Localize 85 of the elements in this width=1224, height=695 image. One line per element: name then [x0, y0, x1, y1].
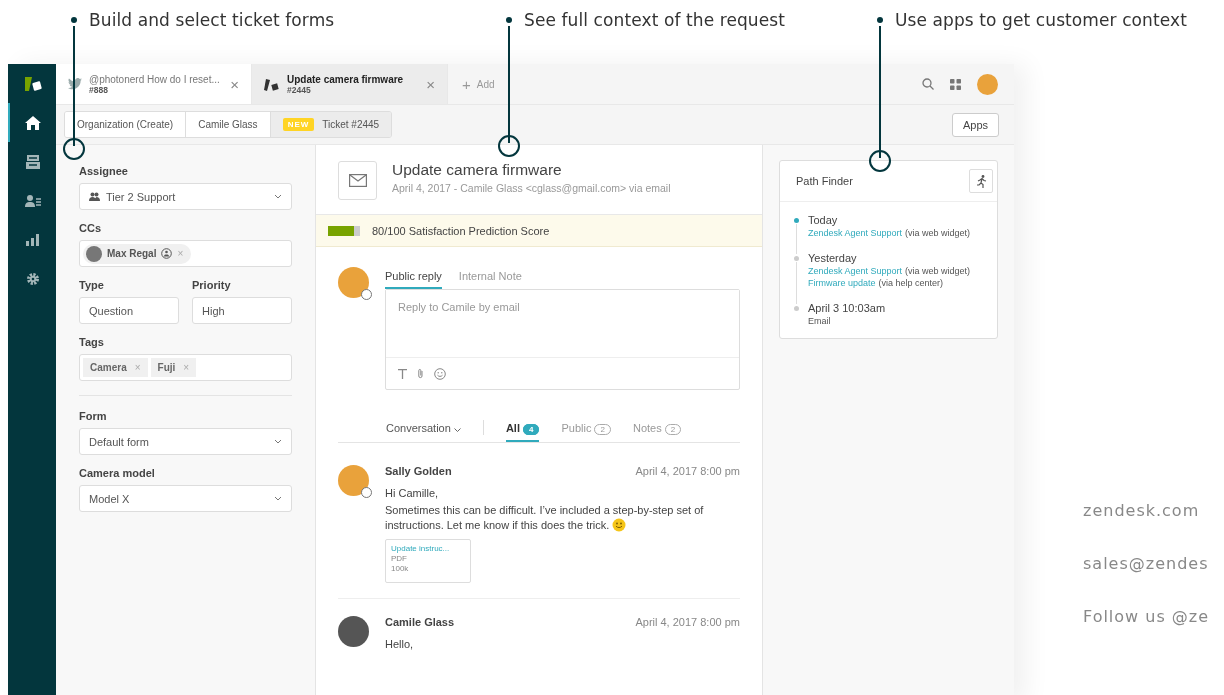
- callout-marker: [869, 150, 891, 172]
- camera-model-dropdown[interactable]: Model X: [79, 485, 292, 512]
- text-format-icon[interactable]: [398, 368, 407, 379]
- chevron-icon: [274, 496, 282, 501]
- callout-text: See full context of the request: [524, 10, 785, 30]
- cc-chip[interactable]: Max Regal ×: [83, 243, 192, 264]
- field-label: Type: [79, 279, 105, 291]
- conversation-dropdown[interactable]: Conversation: [386, 422, 461, 442]
- people-icon: [89, 192, 100, 201]
- chevron-icon: [274, 194, 282, 199]
- field-label: CCs: [79, 222, 102, 234]
- ticket-title: Update camera firmware: [392, 161, 563, 179]
- message-text: Hello,: [385, 637, 415, 652]
- contact-text: sales@zendes: [1083, 553, 1210, 575]
- assignee-dropdown[interactable]: Tier 2 Support: [79, 183, 292, 210]
- author-name: Camile Glass: [385, 616, 455, 628]
- field-label: Priority: [192, 279, 232, 291]
- field-label: Assignee: [79, 165, 129, 177]
- tags-field[interactable]: Camera × Fuji ×: [79, 354, 292, 381]
- chevron-icon: [274, 439, 282, 444]
- event-channel: (via help center): [878, 278, 944, 288]
- event-date: Today: [808, 214, 839, 226]
- message-time: April 4, 2017 8:00 pm: [635, 465, 740, 477]
- ticket-icon: [264, 77, 280, 91]
- callout-dot: [877, 17, 883, 23]
- tag-chip[interactable]: Camera ×: [83, 358, 148, 377]
- attachment-card[interactable]: Update instruc... PDF 100k: [385, 539, 471, 583]
- event-channel: (via web widget): [905, 228, 971, 238]
- gear-icon: [26, 271, 40, 286]
- tag-chip[interactable]: Fuji ×: [150, 358, 197, 377]
- author-name: Sally Golden: [385, 465, 452, 477]
- smiley-icon[interactable]: [434, 367, 446, 380]
- field-label: Tags: [79, 336, 105, 348]
- ticket-number: #888: [89, 84, 108, 95]
- field-label: Form: [79, 410, 108, 422]
- event-detail: Email: [808, 316, 832, 326]
- ticket-meta: April 4, 2017 - Camile Glass <cglass@gmail.com> via email: [392, 182, 671, 194]
- type-dropdown[interactable]: Question: [79, 297, 179, 324]
- message-text: Sometimes this can be difficult. I’ve included a step-by-step set of instructions. Let me know if this does the trick.: [385, 503, 705, 533]
- breadcrumb-tab[interactable]: Camile Glass: [186, 112, 271, 137]
- message-text: Hi Camille,: [385, 486, 440, 501]
- form-dropdown[interactable]: Default form: [79, 428, 292, 455]
- ticket-tab[interactable]: @photonerd How do I reset... #888 ×: [56, 64, 252, 104]
- reply-editor[interactable]: Reply to Camile by email: [385, 289, 740, 390]
- ccs-field[interactable]: Max Regal ×: [79, 240, 292, 267]
- contact-text: Follow us @ze: [1083, 606, 1210, 628]
- smiley-icon: [612, 518, 627, 532]
- bar-chart-icon: [26, 233, 40, 246]
- event-date: Yesterday: [808, 252, 858, 264]
- search-icon[interactable]: [922, 78, 934, 90]
- callout-text: Use apps to get customer context: [895, 10, 1187, 30]
- callout-dot: [71, 17, 77, 23]
- callout-dot: [506, 17, 512, 23]
- paperclip-icon[interactable]: [417, 368, 424, 379]
- tab-title: Update camera firmware: [287, 73, 405, 85]
- caret-icon: [453, 428, 461, 432]
- breadcrumb-tab[interactable]: Organization (Create): [65, 112, 187, 137]
- apps-grid-icon[interactable]: [950, 78, 961, 90]
- priority-dropdown[interactable]: High: [192, 297, 292, 324]
- event-date: April 3 10:03am: [808, 302, 887, 314]
- contact-text: zendesk.com: [1083, 500, 1201, 522]
- user-circle-icon: [161, 248, 173, 259]
- breadcrumb-tab[interactable]: NEW Ticket #2445: [270, 112, 392, 137]
- new-badge: NEW: [282, 118, 315, 131]
- satisfaction-score: 80/100 Satisfaction Prediction Score: [372, 224, 550, 237]
- inbox-tray-icon: [26, 154, 40, 169]
- ticket-number: #2445: [287, 84, 311, 95]
- event-channel: (via web widget): [905, 266, 971, 276]
- message-time: April 4, 2017 8:00 pm: [635, 616, 740, 628]
- home-icon: [25, 115, 41, 130]
- ticket-tab[interactable]: Update camera firmware #2445 ×: [252, 64, 448, 104]
- filter-tab[interactable]: All 4: [505, 422, 540, 442]
- apps-button[interactable]: Apps: [951, 112, 999, 137]
- close-icon[interactable]: ×: [230, 75, 239, 93]
- callout-marker: [498, 135, 520, 157]
- tab-title: @photonerd How do I reset...: [89, 73, 221, 85]
- field-label: Camera model: [79, 467, 156, 479]
- callout-marker: [63, 138, 85, 160]
- email-channel-icon: [338, 161, 377, 200]
- card-title: Path Finder: [796, 175, 853, 187]
- running-person-icon[interactable]: [969, 169, 993, 193]
- satisfaction-meter: [328, 225, 360, 236]
- agent-avatar: [338, 267, 369, 298]
- callout-text: Build and select ticket forms: [89, 10, 335, 30]
- contacts-icon: [25, 194, 41, 207]
